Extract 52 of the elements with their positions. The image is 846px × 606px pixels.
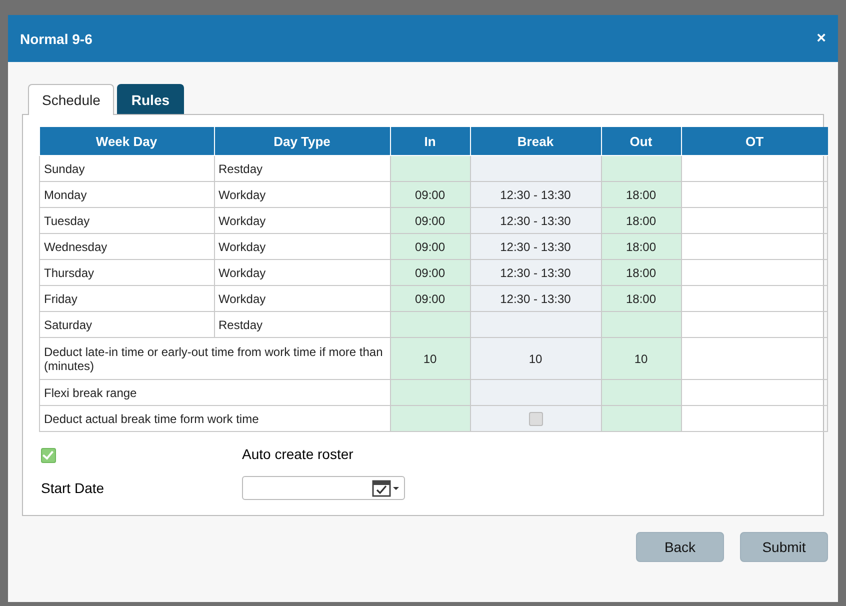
table-cell: Tuesday	[40, 208, 214, 234]
table-cell: 10	[470, 338, 601, 380]
dialog-title: Normal 9-6	[20, 30, 92, 46]
table-cell: Flexi break range	[40, 380, 390, 406]
close-icon[interactable]: ×	[816, 30, 826, 48]
field-label: Start Date	[41, 480, 106, 496]
column-header: OT	[681, 127, 828, 156]
table-cell: 18:00	[601, 208, 681, 234]
table-cell: Deduct actual break time form work time	[40, 406, 390, 432]
table-cell: Friday	[40, 286, 214, 312]
table-cell: 18:00	[601, 286, 681, 312]
table-cell: 09:00	[390, 208, 470, 234]
calendar-icon[interactable]	[372, 478, 400, 497]
table-cell: Workday	[214, 260, 390, 286]
table-cell: Workday	[214, 234, 390, 260]
table-cell: 12:30 - 13:30	[470, 208, 601, 234]
table-cell: 10	[601, 338, 681, 380]
date-field[interactable]	[242, 476, 405, 500]
table-cell: Saturday	[40, 312, 214, 338]
table-cell: 09:00	[390, 260, 470, 286]
table-cell: 12:30 - 13:30	[470, 234, 601, 260]
checkbox[interactable]	[41, 448, 56, 463]
table-cell: Sunday	[40, 156, 214, 182]
table-cell: 18:00	[601, 260, 681, 286]
table-cell: Wednesday	[40, 234, 214, 260]
column-header: Week Day	[40, 127, 214, 156]
table-cell: Thursday	[40, 260, 214, 286]
table-cell: Workday	[214, 182, 390, 208]
table-cell: 09:00	[390, 234, 470, 260]
table-cell: 12:30 - 13:30	[470, 182, 601, 208]
table-cell: Deduct late-in time or early-out time from work time if more than (minutes)	[40, 338, 390, 380]
table-cell: Restday	[214, 312, 390, 338]
table-cell: 09:00	[390, 286, 470, 312]
column-header: Out	[601, 127, 681, 156]
table-cell: 18:00	[601, 182, 681, 208]
table-cell: 12:30 - 13:30	[470, 260, 601, 286]
table-cell: 12:30 - 13:30	[470, 286, 601, 312]
tab[interactable]: Rules	[117, 84, 184, 114]
table-cell: 09:00	[390, 182, 470, 208]
table-cell: Restday	[214, 156, 390, 182]
submit-button[interactable]: Submit	[740, 532, 828, 562]
table-cell: 18:00	[601, 234, 681, 260]
table-cell: Workday	[214, 286, 390, 312]
checkbox-label: Auto create roster	[242, 446, 354, 462]
table-cell: 10	[390, 338, 470, 380]
table-cell: Monday	[40, 182, 214, 208]
back-button[interactable]: Back	[636, 532, 724, 562]
column-header: In	[390, 127, 470, 156]
column-header: Day Type	[214, 127, 390, 156]
tab[interactable]: Schedule	[28, 84, 114, 115]
table-cell: Workday	[214, 208, 390, 234]
column-header: Break	[470, 127, 601, 156]
